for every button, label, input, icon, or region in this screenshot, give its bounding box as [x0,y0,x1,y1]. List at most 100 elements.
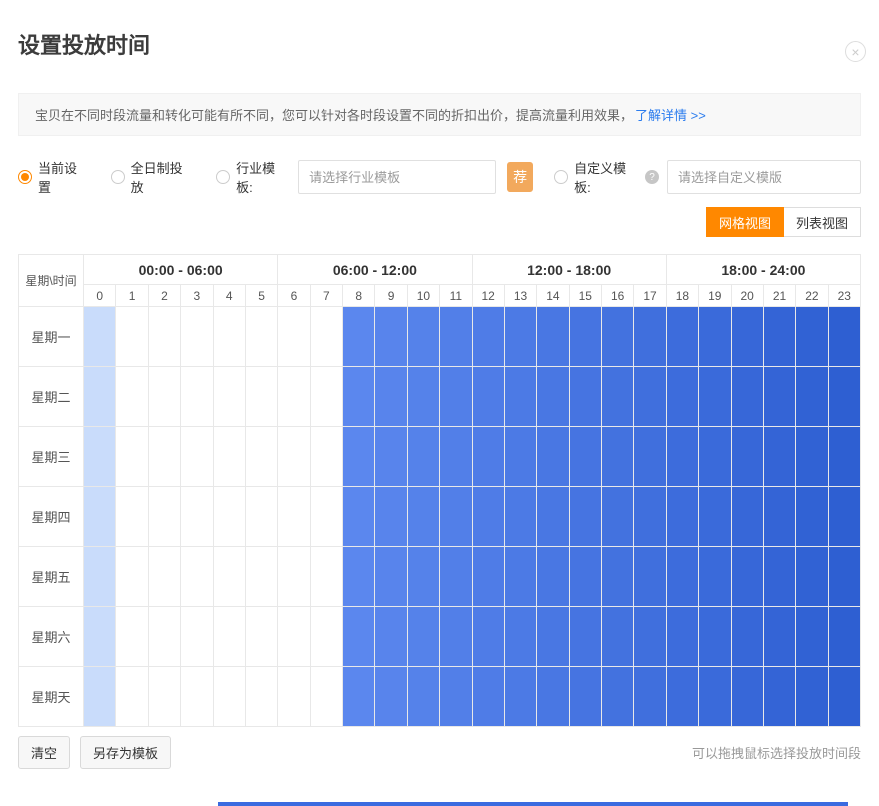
schedule-cell[interactable] [763,487,795,547]
schedule-cell[interactable] [569,307,601,367]
schedule-cell[interactable] [472,607,504,667]
schedule-cell[interactable] [148,427,180,487]
schedule-cell[interactable] [343,607,375,667]
schedule-cell[interactable] [84,607,116,667]
schedule-cell[interactable] [213,367,245,427]
schedule-cell[interactable] [731,367,763,427]
schedule-cell[interactable] [245,487,277,547]
schedule-cell[interactable] [796,667,828,727]
help-icon[interactable]: ? [645,170,659,184]
schedule-cell[interactable] [569,367,601,427]
clear-button[interactable]: 清空 [18,736,70,769]
schedule-cell[interactable] [504,367,536,427]
schedule-cell[interactable] [699,667,731,727]
schedule-cell[interactable] [602,427,634,487]
schedule-cell[interactable] [407,487,439,547]
schedule-cell[interactable] [213,667,245,727]
list-view-button[interactable]: 列表视图 [784,207,861,237]
schedule-cell[interactable] [504,307,536,367]
schedule-cell[interactable] [666,487,698,547]
schedule-cell[interactable] [634,427,666,487]
schedule-cell[interactable] [504,667,536,727]
grid-view-button[interactable]: 网格视图 [706,207,784,237]
schedule-cell[interactable] [472,547,504,607]
schedule-cell[interactable] [245,307,277,367]
schedule-cell[interactable] [666,307,698,367]
schedule-cell[interactable] [213,427,245,487]
schedule-cell[interactable] [278,547,310,607]
schedule-cell[interactable] [666,667,698,727]
schedule-cell[interactable] [504,487,536,547]
schedule-cell[interactable] [602,307,634,367]
industry-template-input[interactable] [298,160,496,194]
schedule-cell[interactable] [472,667,504,727]
schedule-cell[interactable] [407,307,439,367]
all-day-radio[interactable] [111,170,125,184]
schedule-cell[interactable] [472,307,504,367]
schedule-cell[interactable] [472,487,504,547]
schedule-cell[interactable] [278,607,310,667]
schedule-cell[interactable] [699,427,731,487]
schedule-cell[interactable] [343,547,375,607]
schedule-cell[interactable] [699,307,731,367]
industry-template-radio[interactable] [216,170,230,184]
schedule-cell[interactable] [666,547,698,607]
schedule-cell[interactable] [213,547,245,607]
schedule-cell[interactable] [763,427,795,487]
schedule-cell[interactable] [407,667,439,727]
schedule-cell[interactable] [148,607,180,667]
schedule-cell[interactable] [181,667,213,727]
schedule-cell[interactable] [245,607,277,667]
close-icon[interactable]: × [845,41,866,62]
schedule-cell[interactable] [213,307,245,367]
schedule-cell[interactable] [440,367,472,427]
schedule-cell[interactable] [699,547,731,607]
schedule-cell[interactable] [828,547,860,607]
schedule-cell[interactable] [602,607,634,667]
schedule-cell[interactable] [666,427,698,487]
schedule-cell[interactable] [537,547,569,607]
schedule-cell[interactable] [796,487,828,547]
schedule-cell[interactable] [828,667,860,727]
schedule-cell[interactable] [310,547,342,607]
schedule-cell[interactable] [148,367,180,427]
schedule-cell[interactable] [731,547,763,607]
schedule-cell[interactable] [181,367,213,427]
schedule-cell[interactable] [602,487,634,547]
schedule-cell[interactable] [763,667,795,727]
schedule-cell[interactable] [440,547,472,607]
schedule-cell[interactable] [537,367,569,427]
schedule-cell[interactable] [634,547,666,607]
schedule-cell[interactable] [731,487,763,547]
schedule-cell[interactable] [84,487,116,547]
schedule-cell[interactable] [116,667,148,727]
custom-template-input[interactable] [667,160,861,194]
schedule-cell[interactable] [731,667,763,727]
schedule-cell[interactable] [343,487,375,547]
schedule-cell[interactable] [278,307,310,367]
schedule-cell[interactable] [375,667,407,727]
schedule-cell[interactable] [343,667,375,727]
schedule-cell[interactable] [440,427,472,487]
schedule-cell[interactable] [245,367,277,427]
schedule-cell[interactable] [310,367,342,427]
schedule-cell[interactable] [245,427,277,487]
schedule-cell[interactable] [699,607,731,667]
schedule-cell[interactable] [375,547,407,607]
custom-template-radio[interactable] [554,170,568,184]
schedule-cell[interactable] [440,667,472,727]
schedule-cell[interactable] [763,367,795,427]
schedule-cell[interactable] [407,367,439,427]
schedule-cell[interactable] [116,427,148,487]
learn-more-link[interactable]: 了解详情 >> [635,105,706,124]
schedule-cell[interactable] [828,607,860,667]
schedule-cell[interactable] [148,307,180,367]
schedule-cell[interactable] [181,547,213,607]
schedule-cell[interactable] [407,547,439,607]
recommend-badge[interactable]: 荐 [507,162,533,192]
schedule-cell[interactable] [796,307,828,367]
schedule-cell[interactable] [602,367,634,427]
schedule-cell[interactable] [278,487,310,547]
schedule-cell[interactable] [666,367,698,427]
schedule-cell[interactable] [796,607,828,667]
